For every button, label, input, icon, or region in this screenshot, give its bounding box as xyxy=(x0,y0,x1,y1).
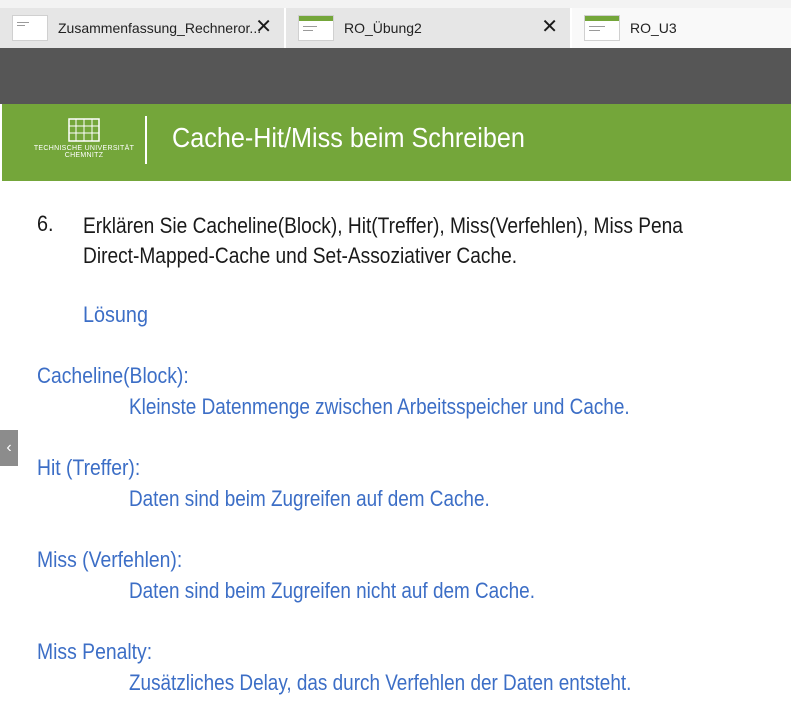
logo-text-line2: CHEMNITZ xyxy=(64,152,104,159)
viewer-toolbar xyxy=(0,48,791,104)
close-icon[interactable]: ✕ xyxy=(541,17,558,37)
definition-term: Hit (Treffer): xyxy=(37,455,141,480)
definition-term: Miss Penalty: xyxy=(37,639,153,664)
tab-thumbnail xyxy=(298,15,334,41)
tab-zusammenfassung[interactable]: Zusammenfassung_Rechneror... ✕ xyxy=(0,8,284,48)
chevron-left-icon[interactable]: ‹ xyxy=(0,430,18,466)
slide-header: TECHNISCHE UNIVERSITÄT CHEMNITZ Cache-Hi… xyxy=(2,104,791,181)
definition-term: Miss (Verfehlen): xyxy=(37,547,183,572)
definition-text: Kleinste Datenmenge zwischen Arbeitsspei… xyxy=(129,394,630,419)
question-line-1: Erklären Sie Cacheline(Block), Hit(Treff… xyxy=(83,213,683,238)
close-icon[interactable]: ✕ xyxy=(255,17,272,37)
tab-title: RO_Übung2 xyxy=(344,20,422,36)
university-logo-icon xyxy=(68,118,100,142)
tab-thumbnail xyxy=(12,15,48,41)
solution-label: Lösung xyxy=(83,302,148,327)
university-logo: TECHNISCHE UNIVERSITÄT CHEMNITZ xyxy=(32,118,136,168)
question-line-2: Direct-Mapped-Cache und Set-Assoziativer… xyxy=(83,243,518,268)
slide-title: Cache-Hit/Miss beim Schreiben xyxy=(172,122,525,153)
tab-ro-u3[interactable]: RO_U3 xyxy=(572,8,791,48)
definition-text: Daten sind beim Zugreifen auf dem Cache. xyxy=(129,486,490,511)
slide: TECHNISCHE UNIVERSITÄT CHEMNITZ Cache-Hi… xyxy=(2,104,791,709)
question-text: Erklären Sie Cacheline(Block), Hit(Treff… xyxy=(83,211,791,271)
definition-term: Cacheline(Block): xyxy=(37,363,189,388)
definition-text: Zusätzliches Delay, das durch Verfehlen … xyxy=(129,670,632,695)
header-divider xyxy=(145,116,147,164)
tab-ro-uebung2[interactable]: RO_Übung2 ✕ xyxy=(286,8,570,48)
tab-title: Zusammenfassung_Rechneror... xyxy=(58,20,262,36)
logo-text-line1: TECHNISCHE UNIVERSITÄT xyxy=(33,145,135,152)
tab-thumbnail xyxy=(584,15,620,41)
question-number: 6. xyxy=(37,211,54,236)
definition-text: Daten sind beim Zugreifen nicht auf dem … xyxy=(129,578,535,603)
tab-title: RO_U3 xyxy=(630,20,677,36)
tab-bar: Zusammenfassung_Rechneror... ✕ RO_Übung2… xyxy=(0,0,791,48)
